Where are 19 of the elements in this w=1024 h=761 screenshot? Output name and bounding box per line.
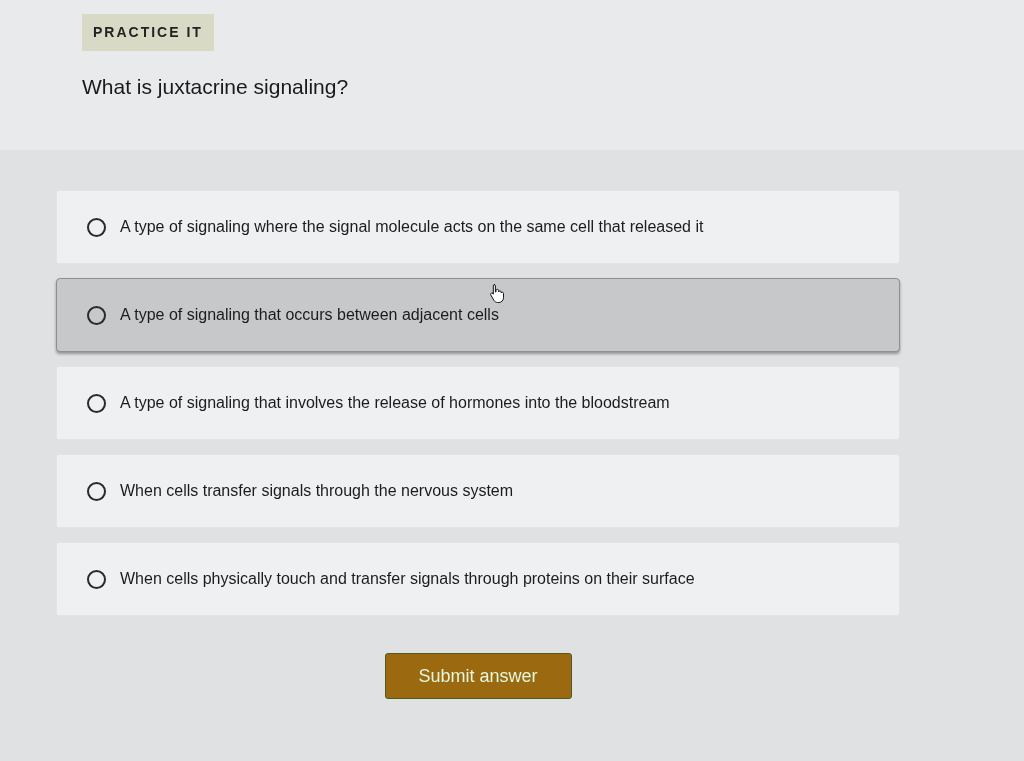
radio-button[interactable] (87, 481, 106, 501)
option-label: When cells physically touch and transfer signals through proteins on their surface (120, 569, 695, 589)
radio-button[interactable] (87, 393, 106, 413)
radio-button[interactable] (87, 569, 106, 589)
answer-option[interactable]: When cells transfer signals through the nervous system (56, 454, 900, 528)
answer-option[interactable]: When cells physically touch and transfer signals through proteins on their surface (56, 542, 900, 616)
answer-option[interactable]: A type of signaling that involves the release of hormones into the bloodstream (56, 366, 900, 440)
option-label: A type of signaling that occurs between adjacent cells (120, 305, 499, 325)
option-label: A type of signaling that involves the release of hormones into the bloodstream (120, 393, 670, 413)
section-badge: PRACTICE IT (82, 14, 214, 51)
radio-button[interactable] (87, 305, 106, 325)
answer-option[interactable]: A type of signaling where the signal molecule acts on the same cell that released it (56, 190, 900, 264)
option-label: When cells transfer signals through the nervous system (120, 481, 514, 501)
answer-option[interactable]: A type of signaling that occurs between adjacent cells (56, 278, 900, 352)
radio-button[interactable] (87, 217, 106, 237)
question-text: What is juxtacrine signaling? (82, 74, 349, 100)
submit-button[interactable]: Submit answer (384, 653, 572, 699)
hand-pointer-icon (489, 283, 505, 303)
option-label: A type of signaling where the signal molecule acts on the same cell that released it (120, 217, 704, 237)
